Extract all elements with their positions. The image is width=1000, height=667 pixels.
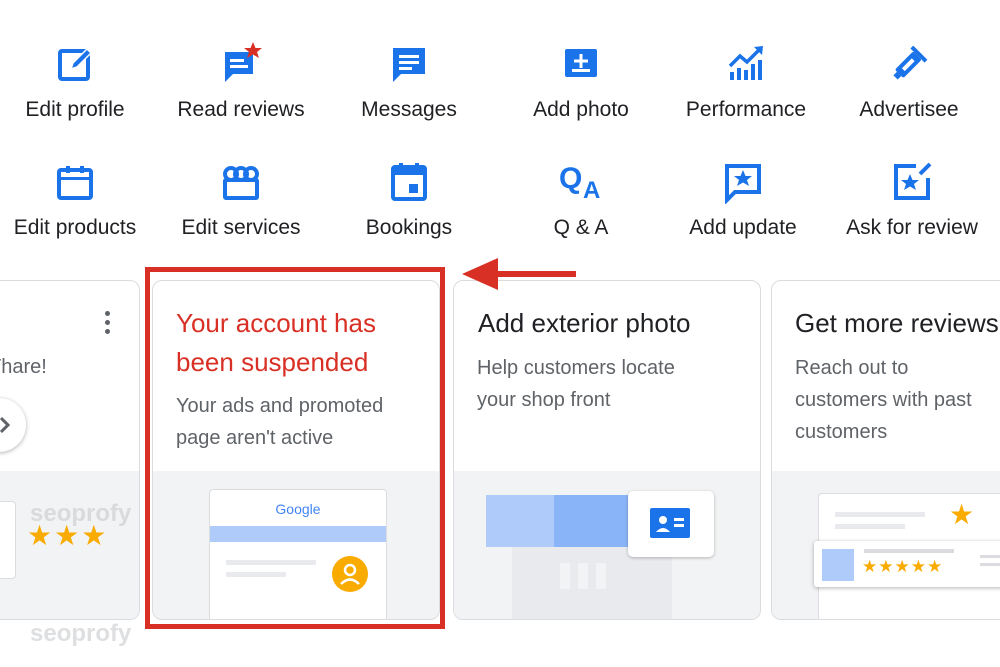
exterior-title: Add exterior photo xyxy=(478,308,691,338)
action-label: Add update xyxy=(689,216,797,239)
exterior-sub-line1: Help customers locate xyxy=(477,357,675,379)
account-suspended-card[interactable]: Your account has been suspended Your ads… xyxy=(152,280,440,620)
edit-icon xyxy=(58,47,93,81)
more-options-icon[interactable] xyxy=(103,311,111,334)
action-label: Performance xyxy=(685,98,807,121)
action-label: Messages xyxy=(361,98,457,121)
action-performance[interactable]: Performance xyxy=(671,42,821,122)
performance-chart-icon xyxy=(728,46,763,80)
add-update-icon xyxy=(725,164,761,204)
suspended-title-line2: been suspended xyxy=(176,347,369,377)
google-page-mock: Google xyxy=(209,489,387,619)
action-edit-profile[interactable]: Edit profile xyxy=(0,42,150,122)
message-icon xyxy=(393,48,425,82)
action-label: Advertisee xyxy=(859,98,959,121)
action-edit-services[interactable]: Edit services xyxy=(166,160,316,240)
action-add-update[interactable]: Add update xyxy=(668,160,818,240)
star-icon: ★ xyxy=(949,499,975,530)
contact-card-mock xyxy=(628,491,714,557)
action-edit-products[interactable]: Edit products xyxy=(0,160,150,240)
action-ask-for-review[interactable]: Ask for review xyxy=(837,160,987,240)
partial-card-text: Thare! xyxy=(0,356,47,378)
action-label: Read reviews xyxy=(177,98,305,121)
qa-icon: Q A xyxy=(559,162,600,204)
calendar-icon xyxy=(391,163,427,201)
action-add-photo[interactable]: Add photo xyxy=(506,42,656,122)
contact-card-icon xyxy=(650,508,690,538)
products-icon xyxy=(57,166,93,200)
reviews-sub-line1: Reach out to xyxy=(795,357,909,379)
action-bookings[interactable]: Bookings xyxy=(334,160,484,240)
star-rating: ★★★★★ xyxy=(862,557,944,576)
action-label: Edit products xyxy=(13,216,137,239)
action-qa[interactable]: Q A Q & A xyxy=(506,160,656,240)
services-icon xyxy=(223,166,259,200)
reviews-title: Get more reviews xyxy=(795,308,999,338)
action-label: Q & A xyxy=(553,216,609,239)
avatar-icon xyxy=(332,556,368,592)
action-advertise[interactable]: Advertisee xyxy=(834,42,984,122)
reviewer-avatar xyxy=(822,549,854,581)
svg-text:Q: Q xyxy=(559,162,582,195)
exterior-sub-line2: your shop front xyxy=(477,389,611,411)
add-exterior-photo-card[interactable]: Add exterior photo Help customers locate… xyxy=(453,280,761,620)
advertise-icon xyxy=(893,45,928,80)
google-logo: Google xyxy=(275,501,321,517)
action-label: Add photo xyxy=(533,98,629,121)
annotation-arrow-icon xyxy=(462,258,576,290)
review-snippet: ★★★★★ xyxy=(814,541,1000,587)
action-label: Ask for review xyxy=(846,216,978,239)
suspended-sub-line1: Your ads and promoted xyxy=(176,395,384,417)
svg-text:A: A xyxy=(583,177,600,204)
reviews-sub-line2: customers with past xyxy=(795,389,972,411)
action-read-reviews[interactable]: Read reviews xyxy=(166,42,316,122)
reviews-sub-line3: customers xyxy=(795,421,888,443)
suspended-title-line1: Your account has xyxy=(176,308,376,338)
ask-review-icon xyxy=(894,162,932,200)
suspended-illustration: Google xyxy=(153,471,439,619)
watermark: seoprofy xyxy=(30,500,132,527)
watermark: seoprofy xyxy=(30,620,132,647)
chevron-right-icon xyxy=(0,416,11,434)
reviews-illustration: ★ ★★★★★ xyxy=(772,471,1000,619)
action-messages[interactable]: Messages xyxy=(334,42,484,122)
partial-card-illustration: ★★★ xyxy=(0,471,139,619)
carousel-next-button[interactable] xyxy=(0,398,26,452)
get-more-reviews-card[interactable]: Get more reviews Reach out to customers … xyxy=(771,280,1000,620)
action-label: Bookings xyxy=(365,216,453,239)
action-label: Edit profile xyxy=(25,98,125,121)
reviews-star-icon xyxy=(225,42,262,82)
suspended-sub-line2: page aren't active xyxy=(176,427,334,449)
add-photo-icon xyxy=(565,49,597,77)
action-label: Edit services xyxy=(181,216,301,239)
exterior-illustration xyxy=(454,471,760,619)
